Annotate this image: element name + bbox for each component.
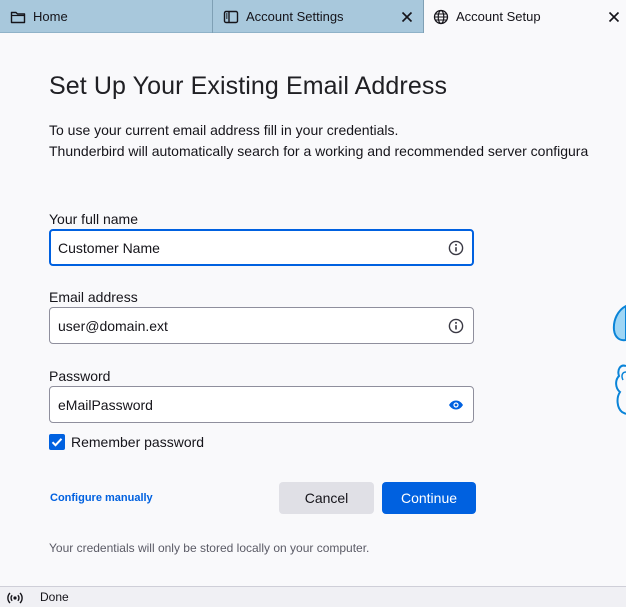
email-field[interactable] (49, 307, 474, 344)
intro-line-2: Thunderbird will automatically search fo… (49, 143, 589, 159)
email-label: Email address (49, 289, 138, 305)
fullname-input[interactable] (58, 231, 428, 264)
cancel-button[interactable]: Cancel (279, 482, 374, 514)
remember-password[interactable]: Remember password (49, 433, 204, 451)
globe-icon (433, 9, 449, 25)
credentials-note: Your credentials will only be stored loc… (49, 541, 370, 555)
status-text: Done (40, 590, 69, 604)
continue-button[interactable]: Continue (382, 482, 476, 514)
remember-password-checkbox[interactable] (49, 434, 65, 450)
intro-text: To use your current email address fill i… (49, 120, 626, 162)
status-bar: Done (0, 586, 626, 607)
tab-bar: Home Account Settings Account Setup (0, 0, 626, 33)
connection-status-icon[interactable] (7, 590, 23, 606)
settings-panel-icon (223, 10, 239, 24)
checkmark-icon (51, 438, 63, 447)
page-title: Set Up Your Existing Email Address (49, 72, 448, 100)
close-icon[interactable] (399, 9, 415, 25)
intro-line-1: To use your current email address fill i… (49, 122, 399, 138)
email-input[interactable] (58, 308, 428, 343)
eye-icon[interactable] (448, 397, 464, 413)
fullname-label: Your full name (49, 211, 138, 227)
remember-password-label: Remember password (71, 434, 205, 450)
folder-icon (10, 11, 26, 24)
close-icon[interactable] (606, 9, 622, 25)
configure-manually-link[interactable]: Configure manually (50, 492, 153, 504)
info-icon[interactable] (448, 318, 464, 334)
tab-account-settings[interactable]: Account Settings (212, 0, 422, 33)
password-field[interactable] (49, 386, 474, 423)
tab-home[interactable]: Home (0, 0, 212, 33)
decorative-illustration-icon (612, 304, 626, 415)
tab-account-settings-label: Account Settings (246, 9, 344, 24)
password-input[interactable] (58, 387, 428, 422)
tab-account-setup[interactable]: Account Setup (423, 0, 626, 33)
tab-account-setup-label: Account Setup (456, 9, 541, 24)
fullname-field[interactable] (49, 229, 474, 266)
info-icon[interactable] (448, 240, 464, 256)
tab-home-label: Home (33, 9, 68, 24)
password-label: Password (49, 368, 111, 384)
